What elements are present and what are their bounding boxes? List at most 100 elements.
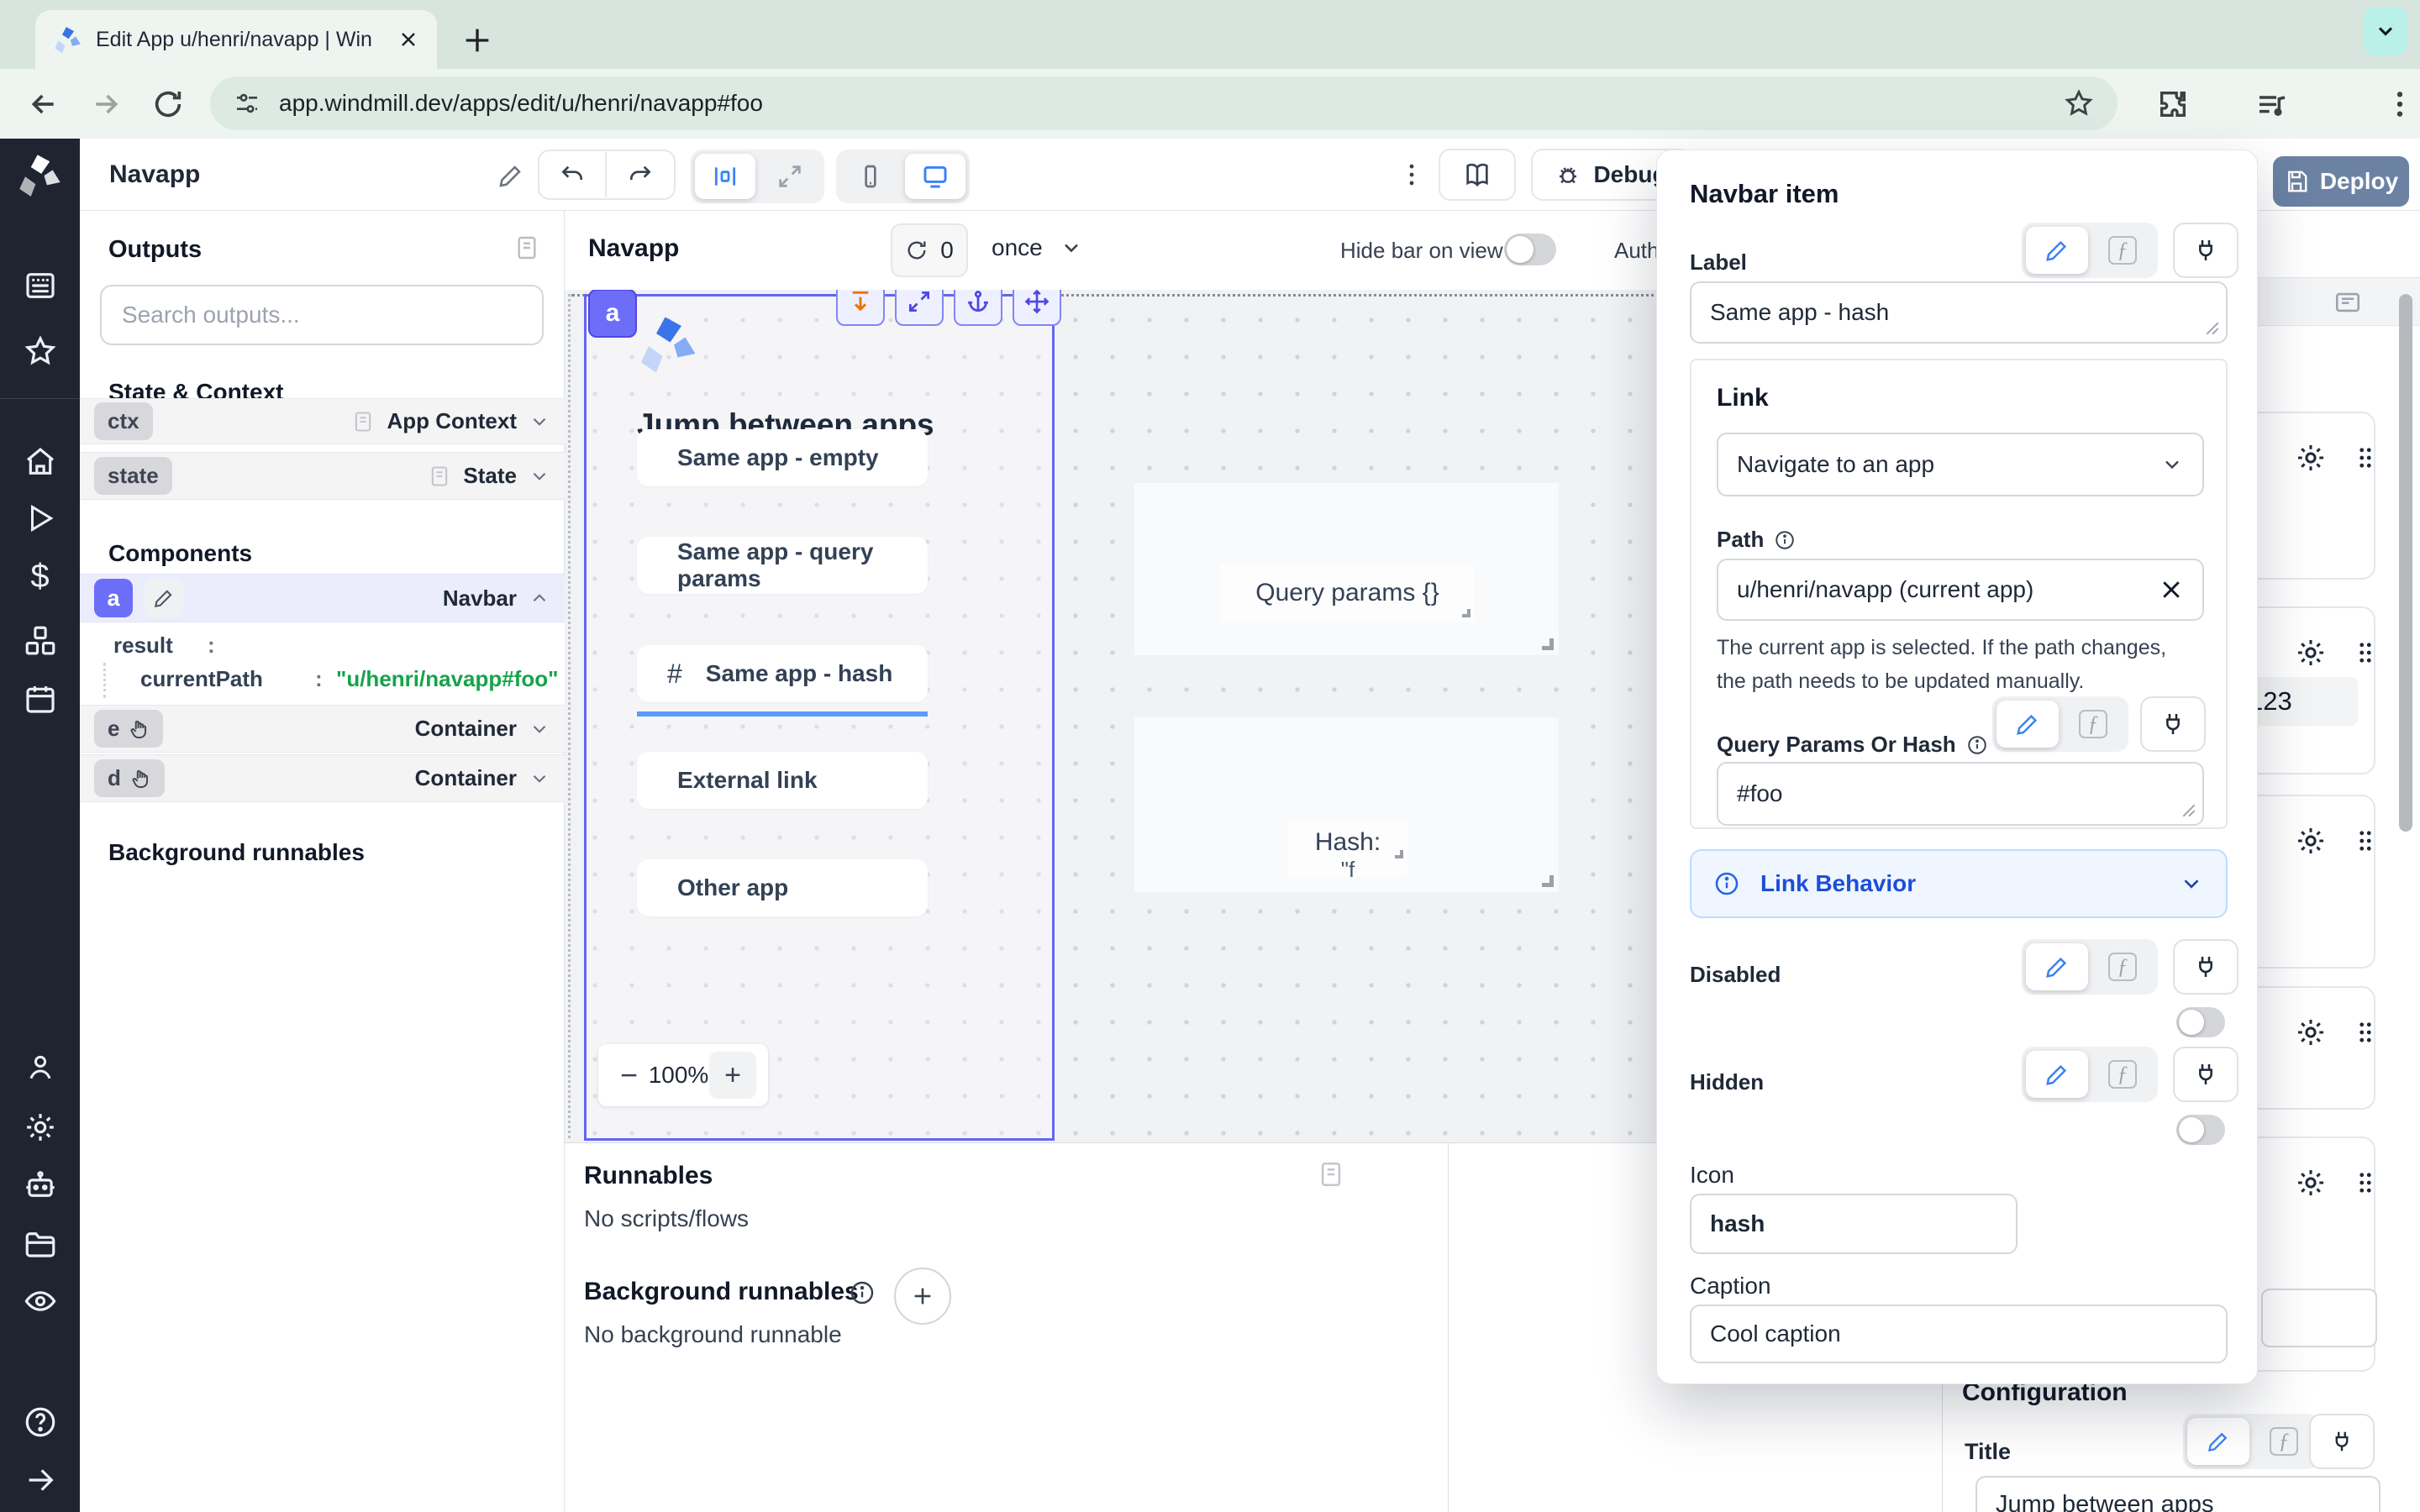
query-params-input[interactable]: #foo: [1717, 762, 2204, 826]
path-input[interactable]: u/henri/navapp (current app): [1717, 559, 2204, 621]
outputs-doc-icon[interactable]: [513, 234, 540, 261]
connect-plug-icon[interactable]: [2309, 1414, 2375, 1469]
deploy-button[interactable]: Deploy: [2273, 156, 2409, 207]
sidebar-item-folders-icon[interactable]: [0, 1226, 80, 1262]
label-input[interactable]: Same app - hash: [1690, 281, 2228, 344]
sidebar-item-favorites-star-icon[interactable]: [0, 334, 80, 368]
frequency-dropdown[interactable]: once: [992, 234, 1083, 261]
zoom-out-button[interactable]: −: [610, 1058, 648, 1093]
forward-icon[interactable]: [89, 87, 123, 121]
docs-book-button[interactable]: [1439, 149, 1516, 201]
clear-x-icon[interactable]: [2159, 577, 2184, 602]
nav-item-field[interactable]: [2261, 1289, 2377, 1347]
sidebar-item-schedules-calendar-icon[interactable]: [0, 682, 80, 716]
connect-plug-icon[interactable]: [2173, 939, 2238, 995]
output-row-container-d[interactable]: d Container: [80, 754, 565, 802]
edit-title-pencil-icon[interactable]: [497, 162, 524, 189]
output-row-container-e[interactable]: e Container: [80, 705, 565, 753]
windmill-logo-icon[interactable]: [0, 152, 80, 197]
nav-item-same-app-query[interactable]: Same app - query params: [637, 537, 928, 594]
chevron-up-icon[interactable]: [529, 587, 550, 609]
reload-icon[interactable]: [151, 87, 185, 121]
new-tab-icon[interactable]: [460, 24, 494, 57]
icon-input[interactable]: hash: [1690, 1194, 2018, 1254]
chevron-down-icon[interactable]: [529, 718, 550, 740]
connect-plug-icon[interactable]: [2173, 1047, 2238, 1102]
container-d-preview[interactable]: Hash: "f: [1134, 717, 1559, 892]
expand-rail-arrow-icon[interactable]: [0, 1463, 80, 1497]
link-type-select[interactable]: Navigate to an app: [1717, 433, 2204, 496]
nav-item-external-link[interactable]: External link: [637, 752, 928, 809]
output-row-navbar[interactable]: a Navbar: [80, 574, 565, 622]
disabled-toggle[interactable]: [2176, 1007, 2225, 1037]
grip-icon[interactable]: [2351, 444, 2380, 472]
connect-plug-icon[interactable]: [2140, 696, 2206, 752]
fn-icon[interactable]: ƒ: [2091, 227, 2154, 274]
query-params-box[interactable]: Query params {}: [1220, 564, 1475, 622]
sidebar-item-audit-eye-icon[interactable]: [0, 1284, 80, 1319]
title-input[interactable]: Jump between apps: [1975, 1476, 2381, 1512]
runnables-doc-icon[interactable]: [1317, 1160, 1345, 1189]
textarea-resize-handle[interactable]: [2182, 804, 2196, 817]
rename-pencil-icon[interactable]: [145, 579, 183, 617]
gear-icon[interactable]: [2295, 442, 2327, 474]
sidebar-item-user-icon[interactable]: [0, 1052, 80, 1084]
connect-plug-icon[interactable]: [2173, 223, 2238, 278]
search-outputs-input[interactable]: [100, 285, 544, 345]
sidebar-item-resources-boxes-icon[interactable]: [0, 623, 80, 659]
browser-tab[interactable]: Edit App u/henri/navapp | Win: [35, 10, 437, 69]
media-controls-icon[interactable]: [2255, 89, 2289, 123]
hidden-toggle[interactable]: [2176, 1115, 2225, 1145]
resize-handle[interactable]: [1542, 638, 1554, 650]
grip-icon[interactable]: [2351, 1168, 2380, 1197]
output-row-state[interactable]: state State: [80, 452, 565, 500]
static-pencil-icon[interactable]: [2026, 1051, 2088, 1098]
fullscreen-mode-button[interactable]: [760, 154, 820, 199]
fn-icon[interactable]: ƒ: [2062, 701, 2124, 748]
grip-icon[interactable]: [2351, 638, 2380, 667]
zoom-in-button[interactable]: +: [709, 1052, 756, 1099]
url-bar[interactable]: app.windmill.dev/apps/edit/u/henri/navap…: [210, 76, 2118, 130]
static-pencil-icon[interactable]: [2026, 227, 2088, 274]
refresh-button[interactable]: 0: [891, 223, 968, 277]
panel-layout-icon[interactable]: [2333, 288, 2362, 317]
move-component-icon[interactable]: [1013, 290, 1061, 326]
sidebar-item-runs-play-icon[interactable]: [0, 502, 80, 534]
resize-handle[interactable]: [1542, 875, 1554, 887]
output-row-ctx[interactable]: ctx App Context: [80, 398, 565, 444]
current-path-value[interactable]: "u/henri/navapp#foo": [336, 666, 558, 692]
gear-icon[interactable]: [2295, 637, 2327, 669]
fn-icon[interactable]: ƒ: [2091, 1051, 2154, 1098]
caption-input[interactable]: Cool caption: [1690, 1305, 2228, 1363]
sidebar-item-home-icon[interactable]: [0, 445, 80, 479]
anchor-icon[interactable]: [954, 290, 1002, 326]
desktop-view-button[interactable]: [905, 154, 965, 199]
site-info-icon[interactable]: [234, 90, 260, 117]
browser-menu-icon[interactable]: [2383, 87, 2417, 121]
link-behavior-disclosure[interactable]: Link Behavior: [1690, 849, 2228, 918]
grip-icon[interactable]: [2351, 827, 2380, 855]
mobile-view-button[interactable]: [840, 154, 901, 199]
topbar-menu-kebab-icon[interactable]: [1397, 160, 1426, 189]
gear-icon[interactable]: [2295, 1016, 2327, 1048]
tab-close-icon[interactable]: [398, 29, 418, 50]
back-icon[interactable]: [27, 87, 60, 121]
expand-component-icon[interactable]: [895, 290, 944, 326]
bookmark-star-icon[interactable]: [2064, 88, 2094, 118]
nav-item-same-app-empty[interactable]: Same app - empty: [637, 429, 928, 486]
hide-bar-toggle[interactable]: [1504, 234, 1556, 265]
resize-handle[interactable]: [1462, 609, 1470, 617]
resize-handle[interactable]: [1395, 850, 1403, 858]
help-icon[interactable]: [0, 1404, 80, 1440]
textarea-resize-handle[interactable]: [2206, 322, 2219, 335]
fn-icon[interactable]: ƒ: [2091, 943, 2154, 990]
extensions-icon[interactable]: [2156, 87, 2190, 121]
chevron-down-icon[interactable]: [529, 465, 550, 487]
url-text[interactable]: app.windmill.dev/apps/edit/u/henri/navap…: [279, 90, 2045, 117]
gear-icon[interactable]: [2295, 825, 2327, 857]
sidebar-item-workers-bot-icon[interactable]: [0, 1168, 80, 1203]
redo-button[interactable]: [607, 152, 674, 197]
static-pencil-icon[interactable]: [2026, 943, 2088, 990]
container-e-preview[interactable]: Query params {}: [1134, 483, 1559, 655]
undo-button[interactable]: [539, 152, 607, 197]
